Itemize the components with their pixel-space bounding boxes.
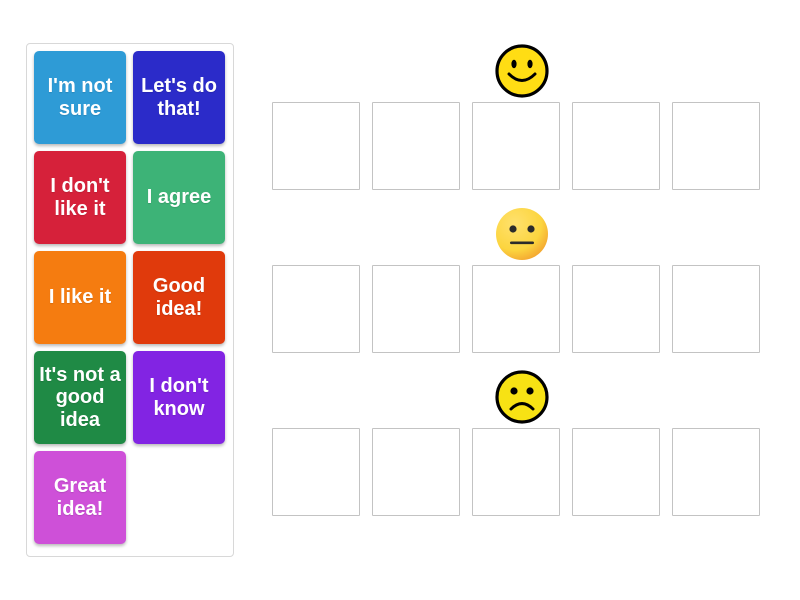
word-bank-panel: I'm not sure Let's do that! I don't like i… — [26, 43, 234, 557]
card-great-idea[interactable]: Great idea! — [34, 451, 126, 544]
card-label: Good idea! — [152, 275, 206, 320]
drop-slot[interactable] — [672, 265, 760, 353]
drop-slot[interactable] — [572, 428, 660, 516]
frowning-face-icon — [272, 366, 772, 428]
card-good-idea[interactable]: Good idea! — [133, 251, 225, 344]
card-i-like-it[interactable]: I like it — [34, 251, 126, 344]
smiling-face-icon — [272, 40, 772, 102]
answer-row-neutral-face — [272, 203, 772, 353]
drop-slot[interactable] — [372, 102, 460, 190]
drop-slot[interactable] — [472, 265, 560, 353]
answer-row-frowning-face — [272, 366, 772, 516]
drop-slot[interactable] — [272, 102, 360, 190]
card-label: Great idea! — [53, 475, 107, 520]
card-label: It's not a good idea — [39, 363, 121, 431]
card-lets-do-that[interactable]: Let's do that! — [133, 51, 225, 144]
slot-row — [272, 428, 772, 516]
drop-slot[interactable] — [572, 102, 660, 190]
drop-slot[interactable] — [672, 102, 760, 190]
drop-slot[interactable] — [372, 265, 460, 353]
answer-area — [272, 40, 772, 560]
card-i-dont-like-it[interactable]: I don't like it — [34, 151, 126, 244]
card-i-dont-know[interactable]: I don't know — [133, 351, 225, 444]
drop-slot[interactable] — [472, 428, 560, 516]
card-label: Let's do that! — [141, 75, 217, 120]
card-i-agree[interactable]: I agree — [133, 151, 225, 244]
answer-row-smiling-face — [272, 40, 772, 190]
card-label: I'm not sure — [47, 75, 113, 120]
card-its-not-a-good-idea[interactable]: It's not a good idea — [34, 351, 126, 444]
slot-row — [272, 265, 772, 353]
drop-slot[interactable] — [372, 428, 460, 516]
card-label: I don't like it — [50, 175, 110, 220]
slot-row — [272, 102, 772, 190]
drop-slot[interactable] — [472, 102, 560, 190]
card-grid: I'm not sure Let's do that! I don't like i… — [34, 51, 233, 544]
card-im-not-sure[interactable]: I'm not sure — [34, 51, 126, 144]
card-label: I like it — [48, 286, 112, 309]
neutral-face-icon — [272, 203, 772, 265]
drop-slot[interactable] — [572, 265, 660, 353]
card-label: I agree — [146, 186, 212, 209]
card-label: I don't know — [149, 375, 209, 420]
drop-slot[interactable] — [272, 428, 360, 516]
drop-slot[interactable] — [272, 265, 360, 353]
drop-slot[interactable] — [672, 428, 760, 516]
